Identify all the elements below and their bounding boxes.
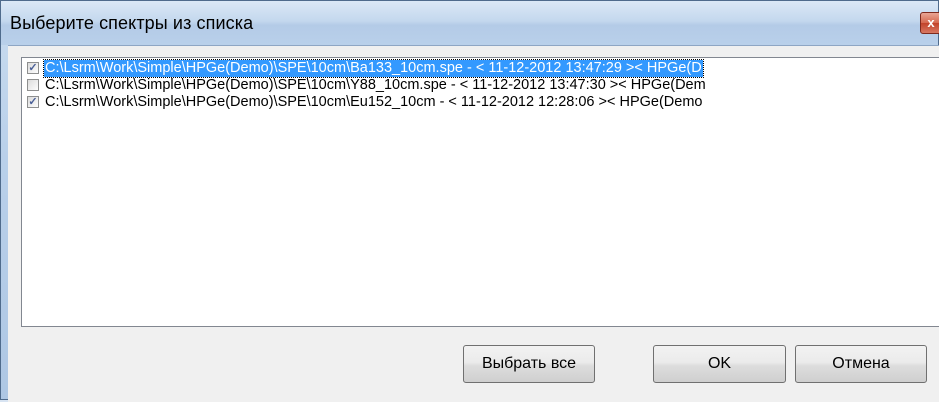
ok-button[interactable]: OK [653, 345, 786, 383]
list-item-label[interactable]: C:\Lsrm\Work\Simple\HPGe(Demo)\SPE\10cm\… [43, 59, 704, 78]
dialog-title: Выберите спектры из списка [10, 13, 254, 33]
checkbox-checked-icon[interactable]: ✓ [27, 62, 39, 74]
dialog-client-area: ✓ C:\Lsrm\Work\Simple\HPGe(Demo)\SPE\10c… [8, 45, 939, 402]
checkbox-checked-icon[interactable]: ✓ [27, 96, 39, 108]
cancel-button[interactable]: Отмена [795, 345, 927, 383]
checkbox-unchecked-icon[interactable] [27, 79, 39, 91]
list-item-label[interactable]: C:\Lsrm\Work\Simple\HPGe(Demo)\SPE\10cm\… [44, 94, 703, 111]
close-button[interactable]: x [920, 12, 939, 34]
select-all-button[interactable]: Выбрать все [463, 345, 595, 383]
list-item-label[interactable]: C:\Lsrm\Work\Simple\HPGe(Demo)\SPE\10cm\… [44, 77, 707, 94]
dialog-window: Выберите спектры из списка x ✓ C:\Lsrm\W… [0, 0, 939, 402]
title-bar[interactable]: Выберите спектры из списка x [1, 1, 939, 45]
spectra-checklist[interactable]: ✓ C:\Lsrm\Work\Simple\HPGe(Demo)\SPE\10c… [21, 57, 939, 327]
close-icon: x [927, 15, 935, 30]
